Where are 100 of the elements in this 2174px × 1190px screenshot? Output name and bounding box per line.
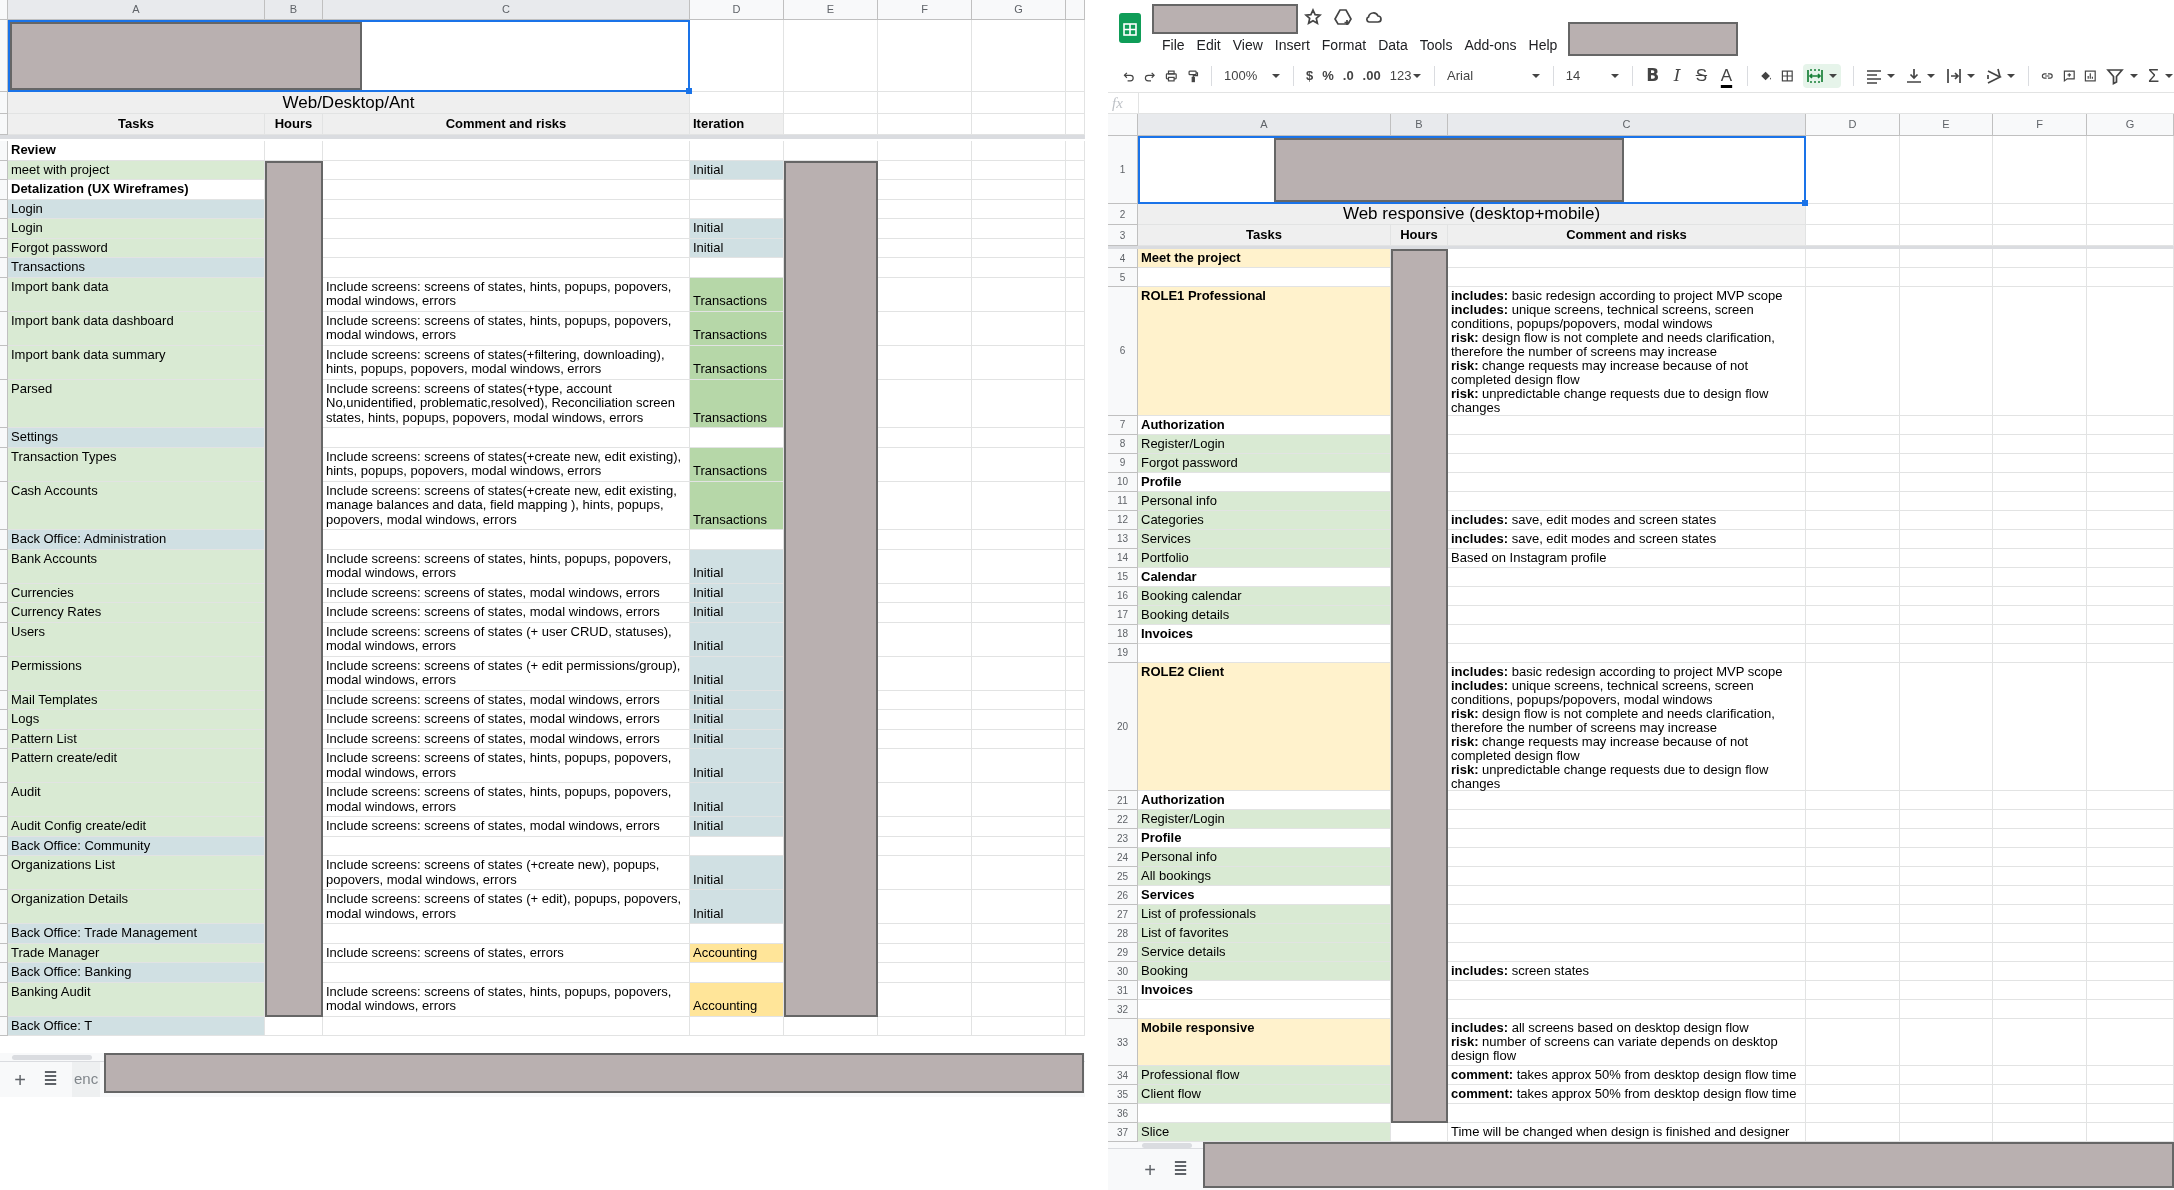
row-number[interactable]: 35 bbox=[1108, 1085, 1138, 1104]
iteration-cell: Initial bbox=[690, 238, 784, 258]
strikethrough-button[interactable]: S bbox=[1693, 63, 1710, 89]
row-number[interactable]: 3 bbox=[1108, 225, 1138, 246]
column-header[interactable]: F bbox=[1993, 114, 2087, 136]
column-header[interactable]: B bbox=[1391, 114, 1448, 136]
font-size-select[interactable]: 14 bbox=[1565, 66, 1581, 86]
task-cell: Register/Login bbox=[1138, 810, 1391, 829]
task-cell: Slice bbox=[1138, 1123, 1391, 1142]
decrease-decimals-button[interactable]: .0 bbox=[1342, 66, 1354, 86]
menu-item[interactable]: Add-ons bbox=[1458, 34, 1523, 56]
row-number[interactable]: 33 bbox=[1108, 1019, 1138, 1066]
iteration-cell: Initial bbox=[690, 749, 784, 783]
menu-item[interactable]: File bbox=[1156, 34, 1191, 56]
comment-cell: Include screens: screens of states (+ edit permissions/group), modal windows, errors bbox=[323, 656, 690, 691]
task-cell: All bookings bbox=[1138, 867, 1391, 886]
comment-cell: Include screens: screens of states, hints, popups, popovers, modal windows, errors bbox=[323, 311, 690, 346]
row-number[interactable]: 26 bbox=[1108, 886, 1138, 905]
task-cell: List of professionals bbox=[1138, 905, 1391, 924]
row-number[interactable]: 25 bbox=[1108, 867, 1138, 886]
comment-cell: Include screens: screens of states, modal windows, errors bbox=[323, 603, 690, 623]
comment-cell: Include screens: screens of states, hints, popups, popovers, modal windows, errors bbox=[323, 549, 690, 584]
column-title: Comment and risks bbox=[323, 114, 690, 135]
task-cell: Audit bbox=[8, 783, 265, 817]
row-number[interactable]: 30 bbox=[1108, 962, 1138, 981]
row-number[interactable]: 1 bbox=[1108, 136, 1138, 204]
column-header[interactable]: G bbox=[972, 0, 1066, 20]
comment-text: Based on Instagram profile bbox=[1451, 550, 1608, 565]
row-number[interactable]: 22 bbox=[1108, 810, 1138, 829]
task-cell: Organization Details bbox=[8, 890, 265, 924]
comment-cell: Include screens: screens of states (+create new), popups, popovers, modal windows, errors bbox=[323, 856, 690, 890]
column-header[interactable]: D bbox=[690, 0, 784, 20]
row-number[interactable]: 6 bbox=[1108, 287, 1138, 416]
section-cell: Back Office: Administration bbox=[8, 530, 265, 550]
row-number[interactable]: 20 bbox=[1108, 662, 1138, 791]
column-header[interactable]: E bbox=[1900, 114, 1993, 136]
row-number[interactable]: 5 bbox=[1108, 268, 1138, 287]
task-cell: Mail Templates bbox=[8, 690, 265, 710]
iteration-cell: Initial bbox=[690, 817, 784, 837]
row-number[interactable]: 29 bbox=[1108, 943, 1138, 962]
all-sheets-button[interactable]: ≣ bbox=[1168, 1156, 1192, 1183]
column-header[interactable]: A bbox=[1138, 114, 1391, 136]
row-number[interactable]: 28 bbox=[1108, 924, 1138, 943]
column-header[interactable]: G bbox=[2087, 114, 2174, 136]
column-header[interactable]: C bbox=[1448, 114, 1806, 136]
row-number[interactable]: 37 bbox=[1108, 1123, 1138, 1142]
role-cell: Mobile responsive bbox=[1138, 1019, 1391, 1066]
currency-button[interactable]: $ bbox=[1305, 66, 1314, 86]
zoom-select[interactable]: 100% bbox=[1224, 66, 1258, 86]
menu-item[interactable]: Insert bbox=[1268, 34, 1316, 56]
menu-item[interactable]: Format bbox=[1315, 34, 1373, 56]
comment-cell: Include screens: screens of states, hints, popups, popovers, modal windows, errors bbox=[323, 749, 690, 783]
task-cell: Banking Audit bbox=[8, 982, 265, 1017]
row-number[interactable]: 21 bbox=[1108, 791, 1138, 810]
row-number[interactable]: 2 bbox=[1108, 204, 1138, 225]
iteration-cell: Transactions bbox=[690, 345, 784, 380]
iteration-cell: Initial bbox=[690, 603, 784, 623]
menu-item[interactable]: Tools bbox=[1413, 34, 1459, 56]
text-color-button[interactable]: A bbox=[1718, 68, 1735, 84]
comment-cell: Include screens: screens of states, errors bbox=[323, 943, 690, 963]
functions-button[interactable]: Σ bbox=[2147, 62, 2159, 90]
menu-item[interactable]: Help bbox=[1522, 34, 1564, 56]
row-number[interactable]: 31 bbox=[1108, 981, 1138, 1000]
row-number[interactable]: 36 bbox=[1108, 1104, 1138, 1123]
add-sheet-button[interactable]: + bbox=[8, 1064, 32, 1095]
column-header[interactable]: F bbox=[878, 0, 972, 20]
column-title: Hours bbox=[265, 114, 323, 135]
all-sheets-button[interactable]: ≣ bbox=[38, 1066, 62, 1093]
task-cell: Personal info bbox=[1138, 848, 1391, 867]
row-number[interactable]: 32 bbox=[1108, 1000, 1138, 1019]
comment-text: risk: unpredictable change requests due to design flow changes bbox=[1451, 762, 1770, 791]
task-cell: Permissions bbox=[8, 656, 265, 691]
heading-cell: Profile bbox=[1138, 829, 1391, 848]
italic-button[interactable]: I bbox=[1669, 63, 1685, 89]
row-number[interactable]: 27 bbox=[1108, 905, 1138, 924]
row-number[interactable]: 34 bbox=[1108, 1066, 1138, 1085]
row-number[interactable]: 24 bbox=[1108, 848, 1138, 867]
menu-item[interactable]: View bbox=[1226, 34, 1269, 56]
sheet-title: Web responsive (desktop+mobile) bbox=[1138, 204, 1806, 225]
column-header[interactable]: A bbox=[8, 0, 265, 20]
increase-decimals-button[interactable]: .00 bbox=[1362, 66, 1381, 86]
comment-text: risk: unpredictable change requests due to design flow changes bbox=[1451, 387, 1770, 415]
menu-item[interactable]: Data bbox=[1372, 34, 1414, 56]
sheet-tab[interactable]: enc bbox=[72, 1062, 101, 1097]
section-cell: Login bbox=[8, 199, 265, 219]
row-number[interactable]: 4 bbox=[1108, 249, 1138, 268]
task-cell: Trade Manager bbox=[8, 943, 265, 963]
row-number[interactable]: 23 bbox=[1108, 829, 1138, 848]
bold-button[interactable]: B bbox=[1645, 63, 1661, 89]
column-header[interactable]: B bbox=[265, 0, 323, 20]
column-header[interactable]: E bbox=[784, 0, 878, 20]
comment-cell: Include screens: screens of states (+ edit), popups, popovers, modal windows, errors bbox=[323, 890, 690, 924]
menu-item[interactable]: Edit bbox=[1190, 34, 1227, 56]
task-cell: Transaction Types bbox=[8, 447, 265, 482]
column-header[interactable]: D bbox=[1806, 114, 1900, 136]
percent-button[interactable]: % bbox=[1322, 66, 1334, 86]
more-formats-button[interactable]: 123 bbox=[1389, 66, 1412, 86]
add-sheet-button[interactable]: + bbox=[1138, 1154, 1162, 1185]
font-select[interactable]: Arial bbox=[1447, 66, 1474, 86]
column-header[interactable]: C bbox=[323, 0, 690, 20]
